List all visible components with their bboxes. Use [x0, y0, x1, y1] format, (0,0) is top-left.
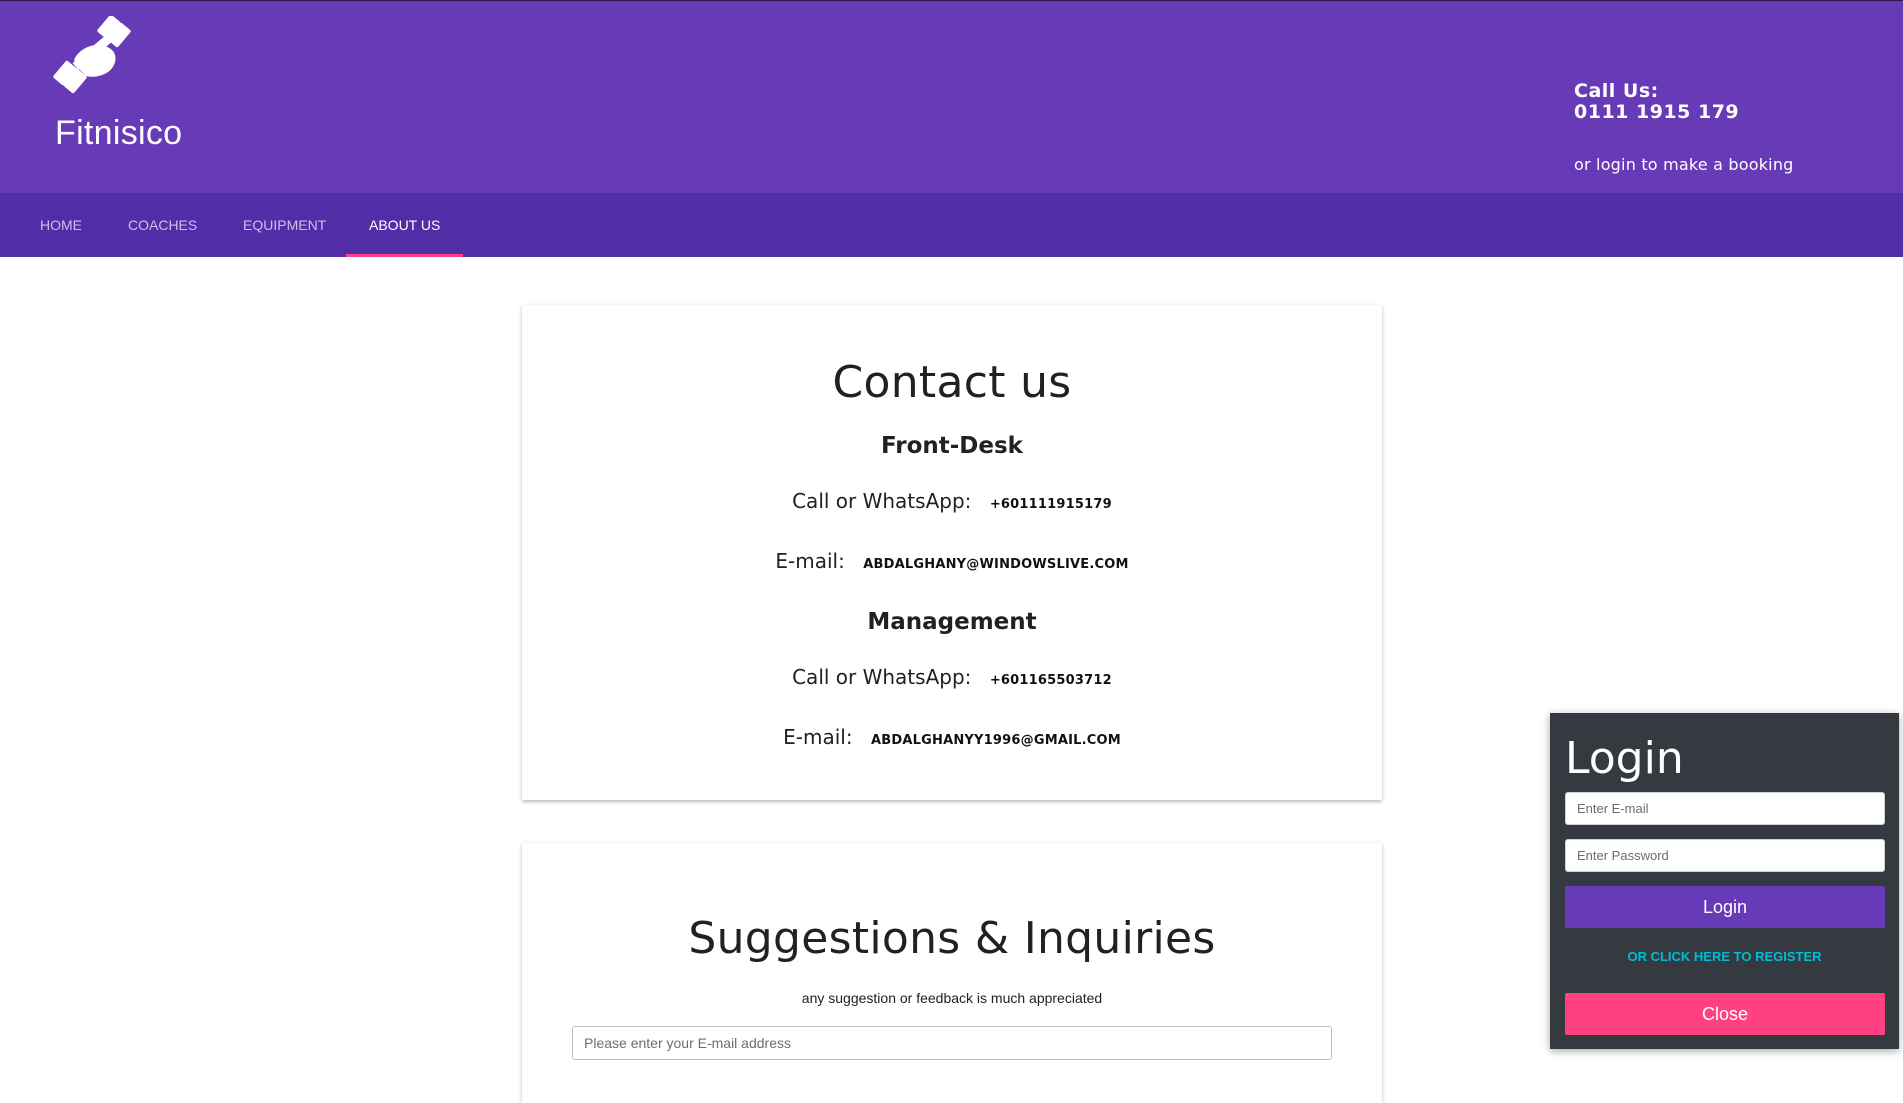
contact-card: Contact us Front-Desk Call or WhatsApp: … — [522, 305, 1382, 800]
front-desk-phone-value[interactable]: +601111915179 — [990, 497, 1112, 512]
login-title: Login — [1565, 733, 1684, 784]
login-email-input[interactable] — [1565, 792, 1885, 825]
login-button[interactable]: Login — [1565, 886, 1885, 928]
management-phone-value[interactable]: +601165503712 — [990, 673, 1112, 688]
login-booking-note: or login to make a booking — [1574, 155, 1794, 174]
call-us-number: 0111 1915 179 — [1574, 101, 1740, 123]
front-desk-heading: Front-Desk — [881, 433, 1023, 459]
nav-equipment[interactable]: EQUIPMENT — [243, 193, 326, 257]
management-email-row: E-mail: ABDALGHANYY1996@GMAIL.COM — [522, 725, 1382, 749]
management-phone-row: Call or WhatsApp: +601165503712 — [522, 665, 1382, 689]
call-us-label: Call Us: — [1574, 80, 1659, 102]
active-tab-indicator — [346, 254, 463, 257]
suggestions-card: Suggestions & Inquiries any suggestion o… — [522, 843, 1382, 1103]
nav-about-us[interactable]: ABOUT US — [369, 193, 440, 257]
login-password-input[interactable] — [1565, 839, 1885, 872]
suggestion-email-input[interactable] — [572, 1026, 1332, 1060]
nav-coaches[interactable]: COACHES — [128, 193, 197, 257]
suggestions-title: Suggestions & Inquiries — [688, 913, 1216, 964]
front-desk-email-label: E-mail: — [775, 549, 845, 573]
front-desk-phone-row: Call or WhatsApp: +601111915179 — [522, 489, 1382, 513]
register-link[interactable]: OR CLICK HERE TO REGISTER — [1550, 949, 1899, 964]
dumbbell-icon[interactable] — [52, 16, 132, 94]
close-button[interactable]: Close — [1565, 993, 1885, 1035]
management-phone-label: Call or WhatsApp: — [792, 665, 972, 689]
main-nav: HOME COACHES EQUIPMENT ABOUT US — [0, 193, 1903, 257]
site-header: Fitnisico Call Us: 0111 1915 179 or logi… — [0, 0, 1903, 193]
front-desk-email-value[interactable]: ABDALGHANY@WINDOWSLIVE.COM — [863, 557, 1128, 572]
brand-name: Fitnisico — [55, 114, 183, 152]
management-email-value[interactable]: ABDALGHANYY1996@GMAIL.COM — [871, 733, 1121, 748]
management-email-label: E-mail: — [783, 725, 853, 749]
suggestions-note: any suggestion or feedback is much appre… — [801, 990, 1103, 1006]
management-heading: Management — [867, 609, 1037, 635]
front-desk-email-row: E-mail: ABDALGHANY@WINDOWSLIVE.COM — [522, 549, 1382, 573]
login-panel: Login Login OR CLICK HERE TO REGISTER Cl… — [1550, 713, 1899, 1049]
nav-home[interactable]: HOME — [40, 193, 82, 257]
call-us-block: Call Us: 0111 1915 179 or login to make … — [1574, 80, 1794, 175]
contact-title: Contact us — [832, 357, 1072, 408]
front-desk-phone-label: Call or WhatsApp: — [792, 489, 972, 513]
